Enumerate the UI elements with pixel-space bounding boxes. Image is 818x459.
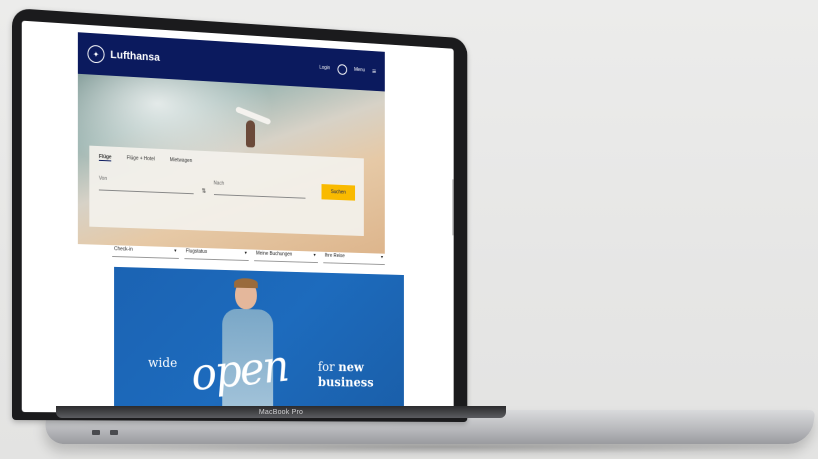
quick-link-checkin[interactable]: Check-in ▾: [112, 241, 179, 259]
laptop-lid: ✦ Lufthansa Login Menu ≡ Flüge Flüge + H…: [12, 8, 468, 423]
quick-link-flight-status[interactable]: Flugstatus ▾: [183, 243, 249, 262]
usb-c-port: [110, 430, 118, 435]
swap-icon[interactable]: ⇅: [202, 188, 207, 195]
booking-widget: Flüge Flüge + Hotel Mietwagen Von ⇅ Nach…: [89, 145, 364, 237]
brand-name[interactable]: Lufthansa: [110, 49, 160, 64]
surfer-figure: [245, 120, 256, 148]
chevron-down-icon: ▾: [380, 254, 384, 260]
quick-link-label: Ihre Reise: [324, 252, 345, 259]
quick-link-label: Flugstatus: [185, 247, 208, 255]
crane-logo-icon[interactable]: ✦: [87, 44, 105, 64]
user-icon[interactable]: [337, 63, 347, 75]
chevron-down-icon: ▾: [244, 249, 247, 256]
menu-label[interactable]: Menu: [354, 67, 365, 73]
quick-link-trip[interactable]: Ihre Reise ▾: [322, 247, 385, 266]
tab-car-rental[interactable]: Mietwagen: [170, 157, 192, 165]
promo-word-wide: wide: [148, 355, 178, 372]
promo-word-for: for: [317, 360, 335, 375]
destination-field[interactable]: Nach: [213, 180, 306, 199]
chevron-down-icon: ▾: [313, 251, 316, 258]
usb-c-port: [92, 430, 100, 435]
quick-link-label: Check-in: [114, 245, 133, 253]
tab-flight-hotel[interactable]: Flüge + Hotel: [127, 155, 155, 163]
origin-field[interactable]: Von: [98, 175, 195, 195]
tab-flights[interactable]: Flüge: [98, 153, 112, 162]
hamburger-menu-icon[interactable]: ≡: [372, 67, 376, 76]
search-button[interactable]: Suchen: [321, 184, 356, 201]
promo-tagline: for new business: [318, 360, 374, 391]
laptop-hinge: MacBook Pro: [56, 406, 506, 418]
header-actions: Login Menu ≡: [319, 62, 376, 76]
quick-link-label: Meine Buchungen: [255, 250, 293, 258]
login-label[interactable]: Login: [319, 65, 330, 71]
promo-word-business: business: [317, 375, 374, 391]
promo-banner[interactable]: wide open for new business: [114, 266, 404, 415]
person-hair: [234, 277, 258, 289]
laptop-ports: [92, 430, 118, 435]
chevron-down-icon: ▾: [174, 247, 177, 254]
promo-word-open: open: [188, 339, 290, 401]
scrollbar[interactable]: [451, 179, 454, 236]
quick-link-bookings[interactable]: Meine Buchungen ▾: [254, 245, 318, 264]
promo-word-new: new: [338, 360, 364, 376]
model-label: MacBook Pro: [258, 408, 304, 416]
laptop-screen: ✦ Lufthansa Login Menu ≡ Flüge Flüge + H…: [21, 20, 454, 415]
hero-image: Flüge Flüge + Hotel Mietwagen Von ⇅ Nach…: [77, 73, 385, 254]
